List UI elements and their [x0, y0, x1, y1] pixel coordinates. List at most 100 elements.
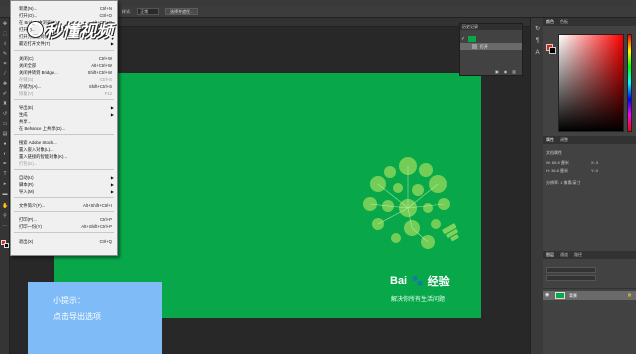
menu-item-place-embedded[interactable]: 置入嵌入对象(L)... [11, 146, 117, 153]
snapshot-thumbnail [468, 36, 476, 42]
move-tool-icon[interactable]: ✥ [2, 22, 8, 27]
type-tool-icon[interactable]: T [2, 172, 8, 177]
layer-name: 背景 [569, 293, 577, 298]
props-width[interactable]: W: 65.5 厘米 [546, 160, 569, 166]
brand-slogan: 解决你所有生活问题 [391, 297, 446, 303]
history-brush-tool-icon[interactable]: ↺ [2, 112, 8, 117]
history-state-label: 打开 [480, 44, 488, 49]
props-height[interactable]: H: 36.8 厘米 [546, 168, 568, 174]
menu-item-scripts[interactable]: 脚本(R) ▶ [11, 181, 117, 188]
panel-dock-strip: ↻ ¶ A [530, 18, 543, 354]
tip-title: 小提示： [53, 296, 85, 305]
background-color-swatch[interactable] [4, 243, 9, 248]
menu-item-share-behance[interactable]: 在 Behance 上共享(D)... [11, 125, 117, 132]
menu-item-revert[interactable]: 恢复(V) F12 [11, 90, 117, 97]
eraser-tool-icon[interactable]: ▭ [2, 122, 8, 127]
history-panel-title: 历史记录 [460, 24, 522, 30]
menu-separator [14, 211, 114, 212]
menu-item-save[interactable]: 存储(S) Ctrl+S [11, 76, 117, 83]
menu-item-close[interactable]: 关闭(C) Ctrl+W [11, 55, 117, 62]
menu-separator [14, 169, 114, 170]
color-panel-tabs: 颜色 色板 [543, 18, 636, 26]
color-panel-background[interactable] [549, 47, 556, 54]
menu-item-share[interactable]: 共享... [11, 118, 117, 125]
submenu-arrow-icon: ▶ [110, 105, 114, 110]
color-picker-field[interactable] [558, 34, 624, 132]
menu-item-print[interactable]: 打印(P)... Ctrl+P [11, 216, 117, 223]
submenu-arrow-icon: ▶ [110, 175, 114, 180]
props-y[interactable]: Y: 0 [591, 168, 598, 173]
history-state-row[interactable]: 打开 [460, 43, 522, 50]
menu-item-file-info[interactable]: 文件简介(F)... Alt+Shift+Ctrl+I [11, 202, 117, 209]
menu-item-generate[interactable]: 生成 ▶ [11, 111, 117, 118]
new-document-icon[interactable]: ▣ [495, 68, 499, 75]
tab-swatches[interactable]: 色板 [560, 18, 568, 26]
brand-text-right: 经验 [427, 276, 450, 288]
menu-item-search-stock[interactable]: 搜索 Adobe Stock... [11, 139, 117, 146]
menu-item-place-linked[interactable]: 置入链接的智能对象(K)... [11, 153, 117, 160]
menu-item-save-as[interactable]: 存储为(A)... Shift+Ctrl+S [11, 83, 117, 90]
menu-item-close-go-bridge[interactable]: 关闭并转到 Bridge... Shift+Ctrl+W [11, 69, 117, 76]
paw-icon: 🐾 [411, 275, 424, 287]
style-select[interactable]: 正常 [137, 8, 160, 15]
menu-item-automate[interactable]: 自动(U) ▶ [11, 174, 117, 181]
menu-item-package[interactable]: 打包(G)... [11, 160, 117, 167]
blend-mode-select[interactable] [546, 275, 596, 281]
right-panels: 颜色 色板 属性 调整 文档属性 W: 65.5 厘米 X: 0 H: 36.8… [543, 18, 636, 354]
tab-color[interactable]: 颜色 [546, 18, 554, 26]
eyedropper-tool-icon[interactable]: ⁄ [2, 72, 8, 77]
tip-box: 小提示： 点击导出选项 [28, 282, 162, 354]
quick-select-tool-icon[interactable]: ✎ [2, 52, 8, 57]
submenu-arrow-icon: ▶ [110, 189, 114, 194]
menu-item-exit[interactable]: 退出(X) Ctrl+Q [11, 238, 117, 245]
menu-item-export[interactable]: 导出(E) ▶ [11, 104, 117, 111]
menu-item-import[interactable]: 导入(M) ▶ [11, 188, 117, 195]
pen-tool-icon[interactable]: ✒ [2, 162, 8, 167]
properties-panel: 文档属性 W: 65.5 厘米 X: 0 H: 36.8 厘米 Y: 0 分辨率… [543, 142, 636, 214]
props-title: 文档属性 [546, 150, 562, 155]
zoom-tool-icon[interactable]: ⚲ [2, 214, 8, 219]
trash-icon[interactable]: ▥ [512, 68, 516, 75]
marquee-tool-icon[interactable]: ⬚ [2, 32, 8, 37]
brand-text-left: Bai [390, 275, 408, 287]
lightbulb-illustration [363, 157, 459, 249]
menu-item-print-one[interactable]: 打印一份(Y) Alt+Shift+Ctrl+P [11, 223, 117, 230]
menu-separator [14, 197, 114, 198]
history-panel-footer: ▣ ◉ ▥ [460, 68, 522, 75]
menu-separator [14, 99, 114, 100]
shape-tool-icon[interactable]: ▬ [2, 192, 8, 197]
layer-row-background[interactable]: ◉ 背景 🔒 [543, 291, 636, 300]
crop-tool-icon[interactable]: ⌗ [2, 62, 8, 67]
menu-item-close-all[interactable]: 关闭全部 Alt+Ctrl+W [11, 62, 117, 69]
path-select-tool-icon[interactable]: ▸ [2, 182, 8, 187]
layers-panel: ◉ 背景 🔒 [543, 255, 636, 354]
camera-icon[interactable]: ◉ [504, 68, 508, 75]
hand-tool-icon[interactable]: ✋ [2, 204, 8, 209]
history-panel-icon[interactable]: ↻ [534, 26, 541, 33]
brush-tool-icon[interactable]: ✐ [2, 92, 8, 97]
select-subject-button[interactable]: 选择并遮住... [165, 8, 199, 15]
lasso-tool-icon[interactable]: ℓ [2, 42, 8, 47]
more-tools-icon[interactable]: ⋯ [2, 224, 8, 229]
props-x[interactable]: X: 0 [591, 160, 598, 165]
character-icon[interactable]: A [534, 50, 541, 57]
blur-tool-icon[interactable]: ● [2, 142, 8, 147]
checkmark-icon: ✓ [461, 36, 466, 42]
menu-separator [14, 232, 114, 233]
document-icon [472, 44, 477, 49]
style-label: 样式: [122, 8, 132, 14]
stamp-tool-icon[interactable]: ♜ [2, 102, 8, 107]
tip-text: 点击导出选项 [53, 312, 101, 321]
layer-filter-select[interactable] [546, 267, 596, 273]
history-snapshot-row[interactable]: ✓ [460, 35, 522, 43]
gradient-tool-icon[interactable]: ▤ [2, 132, 8, 137]
lock-icon: 🔒 [627, 292, 632, 297]
dodge-tool-icon[interactable]: ◐ [2, 152, 8, 157]
layer-thumbnail [555, 292, 565, 299]
hue-slider[interactable] [627, 34, 632, 132]
paragraph-icon[interactable]: ¶ [534, 38, 541, 45]
eye-icon[interactable]: ◉ [545, 292, 549, 298]
watermark-logo-icon [28, 22, 43, 37]
menu-item-new[interactable]: 新建(N)... Ctrl+N [11, 5, 117, 12]
healing-tool-icon[interactable]: ✚ [2, 82, 8, 87]
